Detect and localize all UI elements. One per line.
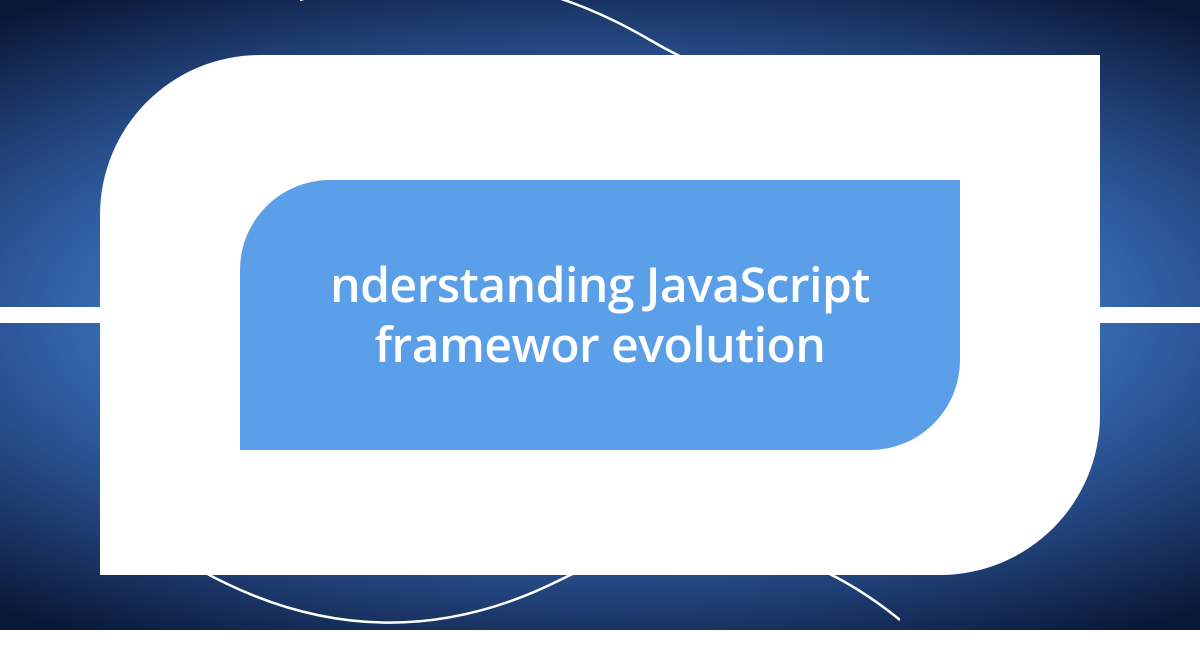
inner-blue-panel: nderstanding JavaScript framewor evoluti…	[240, 180, 960, 450]
card-title: nderstanding JavaScript framewor evoluti…	[240, 255, 960, 375]
